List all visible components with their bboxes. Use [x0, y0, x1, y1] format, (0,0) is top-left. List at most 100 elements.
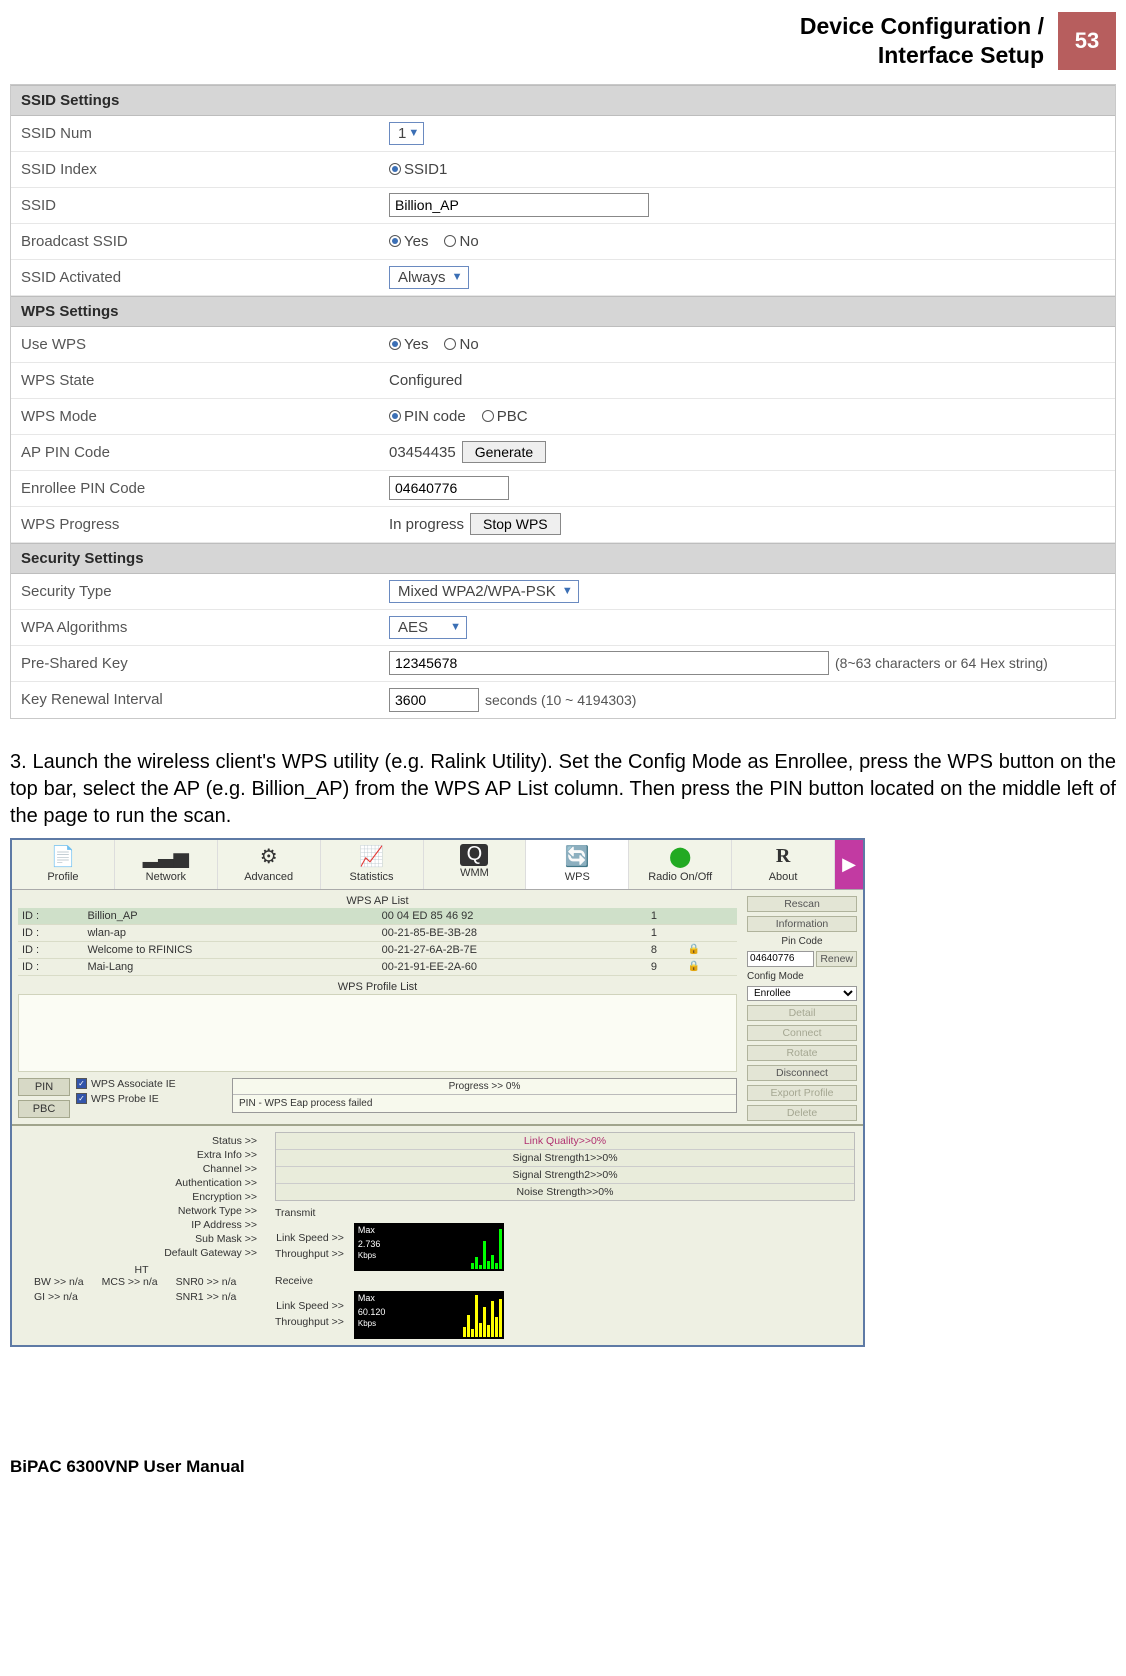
page-number-box: 53: [1058, 12, 1116, 70]
disconnect-button[interactable]: Disconnect: [747, 1065, 857, 1081]
detail-button[interactable]: Detail: [747, 1005, 857, 1021]
link-quality-row: Link Quality>>0%: [276, 1133, 854, 1150]
rotate-button[interactable]: Rotate: [747, 1045, 857, 1061]
wps-progress-bar: Progress >> 0%: [233, 1079, 736, 1095]
wps-side-column: Rescan Information Pin Code Renew Config…: [743, 890, 863, 1124]
header-title: Device Configuration / Interface Setup: [800, 12, 1058, 70]
pin-code-input[interactable]: [747, 951, 814, 967]
row-wps-state: WPS State Configured: [11, 363, 1115, 399]
wps-profile-list-box: [18, 994, 737, 1072]
tab-wmm[interactable]: QWMM: [424, 840, 527, 889]
connect-button[interactable]: Connect: [747, 1025, 857, 1041]
signal-strength1-row: Signal Strength1>>0%: [276, 1150, 854, 1167]
wps-ap-list-title: WPS AP List: [18, 894, 737, 908]
psk-input[interactable]: [389, 651, 829, 675]
row-wps-mode: WPS Mode PIN code PBC: [11, 399, 1115, 435]
wps-profile-list-title: WPS Profile List: [18, 980, 737, 994]
link-info-label: Authentication >>: [22, 1176, 261, 1190]
tab-network[interactable]: ▂▃▅Network: [115, 840, 218, 889]
ap-pin-value: 03454435: [389, 444, 456, 461]
link-info-label: Extra Info >>: [22, 1148, 261, 1162]
key-renewal-input[interactable]: [389, 688, 479, 712]
ap-row[interactable]: ID :Welcome to RFINICS00-21-27-6A-2B-7E8…: [18, 941, 737, 958]
tab-radio[interactable]: ⬤Radio On/Off: [629, 840, 732, 889]
step-3-text: 3. Launch the wireless client's WPS util…: [10, 749, 1116, 830]
row-wps-progress: WPS Progress In progress Stop WPS: [11, 507, 1115, 543]
radio-broadcast-yes[interactable]: Yes: [389, 233, 428, 250]
ssid-activated-select[interactable]: Always ▼: [389, 266, 469, 289]
label-ssid: SSID: [11, 191, 383, 220]
wpa-algorithms-select[interactable]: AES ▼: [389, 616, 467, 639]
tab-profile[interactable]: 📄Profile: [12, 840, 115, 889]
config-mode-select[interactable]: Enrollee: [747, 986, 857, 1001]
stop-wps-button[interactable]: Stop WPS: [470, 513, 561, 535]
row-key-renewal: Key Renewal Interval seconds (10 ~ 41943…: [11, 682, 1115, 718]
radio-usewps-yes[interactable]: Yes: [389, 336, 428, 353]
label-broadcast-ssid: Broadcast SSID: [11, 227, 383, 256]
label-ssid-index: SSID Index: [11, 155, 383, 184]
router-settings-panel: SSID Settings SSID Num 1▼ SSID Index SSI…: [10, 84, 1116, 719]
section-security-settings: Security Settings: [11, 543, 1115, 574]
delete-button[interactable]: Delete: [747, 1105, 857, 1121]
radio-wpsmode-pbc[interactable]: PBC: [482, 408, 528, 425]
link-info-label: Encryption >>: [22, 1190, 261, 1204]
tab-advanced[interactable]: ⚙Advanced: [218, 840, 321, 889]
wps-status-message: PIN - WPS Eap process failed: [233, 1095, 736, 1112]
pin-button[interactable]: PIN: [18, 1078, 70, 1096]
ap-row-selected[interactable]: ID :Billion_AP00 04 ED 85 46 921: [18, 908, 737, 925]
information-button[interactable]: Information: [747, 916, 857, 932]
link-info-label: Network Type >>: [22, 1204, 261, 1218]
profile-icon: 📄: [14, 844, 112, 870]
row-ssid-num: SSID Num 1▼: [11, 116, 1115, 152]
row-ssid-index: SSID Index SSID1: [11, 152, 1115, 188]
pbc-button[interactable]: PBC: [18, 1100, 70, 1118]
link-info-left: Status >>Extra Info >>Channel >>Authenti…: [12, 1126, 267, 1345]
config-mode-label: Config Mode: [747, 971, 857, 982]
link-info-label: Sub Mask >>: [22, 1232, 261, 1246]
ssid-input[interactable]: [389, 193, 649, 217]
ssid-num-select[interactable]: 1▼: [389, 122, 424, 145]
security-type-select[interactable]: Mixed WPA2/WPA-PSK ▼: [389, 580, 579, 603]
ap-row[interactable]: ID :wlan-ap00-21-85-BE-3B-281: [18, 924, 737, 941]
ap-row[interactable]: ID :Mai-Lang00-21-91-EE-2A-609🔒: [18, 958, 737, 975]
section-ssid-settings: SSID Settings: [11, 85, 1115, 116]
link-info-label: Default Gateway >>: [22, 1246, 261, 1260]
radio-broadcast-no[interactable]: No: [444, 233, 478, 250]
psk-hint: (8~63 characters or 64 Hex string): [835, 655, 1048, 671]
tab-statistics[interactable]: 📈Statistics: [321, 840, 424, 889]
collapse-arrow-button[interactable]: ▶: [835, 840, 863, 889]
tab-wps[interactable]: 🔄WPS: [526, 840, 629, 889]
wps-progress-box: Progress >> 0% PIN - WPS Eap process fai…: [232, 1078, 737, 1113]
row-ap-pin: AP PIN Code 03454435 Generate: [11, 435, 1115, 471]
row-enrollee-pin: Enrollee PIN Code: [11, 471, 1115, 507]
wps-associate-ie-checkbox[interactable]: ✓WPS Associate IE: [76, 1078, 226, 1090]
label-wps-state: WPS State: [11, 366, 383, 395]
row-security-type: Security Type Mixed WPA2/WPA-PSK ▼: [11, 574, 1115, 610]
receive-graph: Max 60.120 Kbps: [354, 1291, 504, 1339]
radio-usewps-no[interactable]: No: [444, 336, 478, 353]
rescan-button[interactable]: Rescan: [747, 896, 857, 912]
wps-ap-list-table: ID :Billion_AP00 04 ED 85 46 921 ID :wla…: [18, 908, 737, 976]
ralink-toolbar: 📄Profile ▂▃▅Network ⚙Advanced 📈Statistic…: [12, 840, 863, 890]
gear-icon: ⚙: [220, 844, 318, 870]
link-info-label: IP Address >>: [22, 1218, 261, 1232]
generate-button[interactable]: Generate: [462, 441, 546, 463]
link-info-label: Status >>: [22, 1134, 261, 1148]
network-icon: ▂▃▅: [117, 844, 215, 870]
transmit-label: Transmit: [275, 1207, 855, 1219]
wps-probe-ie-checkbox[interactable]: ✓WPS Probe IE: [76, 1093, 226, 1105]
radio-ssid1[interactable]: SSID1: [389, 161, 447, 178]
receive-section: Receive Link Speed >> Throughput >> Max …: [275, 1275, 855, 1339]
radio-wpsmode-pin[interactable]: PIN code: [389, 408, 466, 425]
ralink-utility-window: 📄Profile ▂▃▅Network ⚙Advanced 📈Statistic…: [10, 838, 865, 1347]
export-profile-button[interactable]: Export Profile: [747, 1085, 857, 1101]
transmit-section: Transmit Link Speed >> Throughput >> Max…: [275, 1207, 855, 1271]
wmm-icon: Q: [460, 844, 488, 866]
row-ssid-activated: SSID Activated Always ▼: [11, 260, 1115, 296]
chevron-down-icon: ▼: [562, 585, 573, 597]
enrollee-pin-input[interactable]: [389, 476, 509, 500]
lock-icon: 🔒: [684, 941, 737, 958]
tab-about[interactable]: RAbout: [732, 840, 835, 889]
renew-button[interactable]: Renew: [816, 951, 857, 967]
page-number: 53: [1075, 28, 1099, 54]
